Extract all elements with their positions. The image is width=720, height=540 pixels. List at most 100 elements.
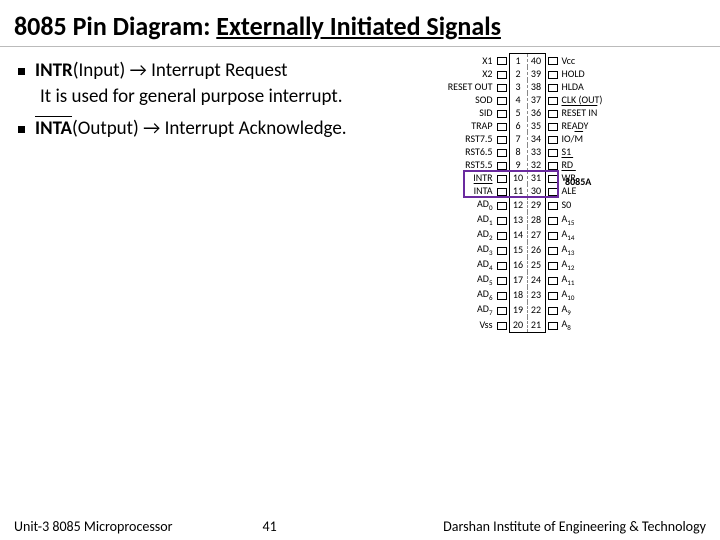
pin-row: AD71922A9	[445, 302, 620, 317]
pin-label-right: A12	[560, 257, 620, 272]
pin-box-left	[495, 93, 510, 106]
bullet-term: INTA	[35, 117, 72, 140]
bullet-marker	[18, 126, 25, 133]
pin-box-right	[545, 287, 560, 302]
pin-box-right	[545, 54, 560, 68]
bullet-item: INTA(Output) → Interrupt Acknowledge.	[18, 117, 348, 141]
pin-num-left: 14	[509, 227, 527, 242]
pin-label-right: A11	[560, 272, 620, 287]
pin-box-right	[545, 171, 560, 184]
pin-row: AD31526A13	[445, 242, 620, 257]
pin-box-left	[495, 106, 510, 119]
title-plain: 8085 Pin Diagram:	[14, 10, 216, 42]
pin-row: Vss2021A8	[445, 317, 620, 332]
pin-num-left: 7	[509, 132, 527, 145]
pin-label-left: RST6.5	[445, 145, 495, 158]
pin-num-right: 28	[527, 212, 545, 227]
pin-num-right: 35	[527, 119, 545, 132]
pin-label-left: X2	[445, 67, 495, 80]
pin-row: AD61823A10	[445, 287, 620, 302]
pin-label-left: INTR	[445, 171, 495, 184]
pin-num-left: 6	[509, 119, 527, 132]
pin-box-left	[495, 287, 510, 302]
pin-row: SOD437CLK (OUT)	[445, 93, 620, 106]
pin-num-left: 4	[509, 93, 527, 106]
pin-label-right: A9	[560, 302, 620, 317]
pin-num-left: 10	[509, 171, 527, 184]
pin-label-right: CLK (OUT)	[560, 93, 620, 106]
bullet-line: INTA(Output) → Interrupt Acknowledge.	[35, 117, 347, 141]
pin-box-left	[495, 80, 510, 93]
pin-label-right: READY	[560, 119, 620, 132]
pin-row: AD01229S0	[445, 197, 620, 212]
pin-label-left: AD3	[445, 242, 495, 257]
pin-label-left: RST7.5	[445, 132, 495, 145]
pin-num-left: 1	[509, 54, 527, 68]
pin-label-right: RD	[560, 158, 620, 171]
pin-num-right: 27	[527, 227, 545, 242]
footer-page-number: 41	[173, 518, 444, 535]
pin-box-left	[495, 317, 510, 332]
pin-num-right: 21	[527, 317, 545, 332]
title-divider	[0, 46, 720, 47]
pin-num-right: 34	[527, 132, 545, 145]
pin-num-right: 23	[527, 287, 545, 302]
pin-row: TRAP 635 READY	[445, 119, 620, 132]
pin-label-right: A10	[560, 287, 620, 302]
diagram-column: X1140VccX2239HOLDRESET OUT338HLDASOD437C…	[358, 53, 706, 333]
pin-box-right	[545, 197, 560, 212]
pin-label-right: HLDA	[560, 80, 620, 93]
pin-box-right	[545, 106, 560, 119]
pin-box-right	[545, 158, 560, 171]
pin-num-left: 11	[509, 184, 527, 197]
pin-num-left: 17	[509, 272, 527, 287]
pin-box-right	[545, 317, 560, 332]
pin-row: RST7.5 734 IO/M	[445, 132, 620, 145]
pin-box-left	[495, 171, 510, 184]
pin-box-left	[495, 119, 510, 132]
pin-num-left: 13	[509, 212, 527, 227]
pin-label-left: Vss	[445, 317, 495, 332]
pin-box-right	[545, 67, 560, 80]
pin-num-right: 22	[527, 302, 545, 317]
pin-label-left: AD2	[445, 227, 495, 242]
pin-label-right: A14	[560, 227, 620, 242]
bullet-item: INTR(Input) → Interrupt Request	[18, 59, 348, 83]
pin-num-left: 12	[509, 197, 527, 212]
pin-label-left: AD6	[445, 287, 495, 302]
pin-label-left: AD7	[445, 302, 495, 317]
pin-box-right	[545, 184, 560, 197]
footer: Unit-3 8085 Microprocessor 41 Darshan In…	[0, 512, 720, 540]
pin-label-left: RESET OUT	[445, 80, 495, 93]
pin-label-left: AD4	[445, 257, 495, 272]
pin-box-left	[495, 184, 510, 197]
pin-box-right	[545, 145, 560, 158]
pin-num-left: 16	[509, 257, 527, 272]
pin-num-right: 39	[527, 67, 545, 80]
pin-row: INTA1130ALE	[445, 184, 620, 197]
pin-label-right: IO/M	[560, 132, 620, 145]
bullet-marker	[18, 68, 25, 75]
pin-box-left	[495, 242, 510, 257]
pin-num-left: 5	[509, 106, 527, 119]
page-title: 8085 Pin Diagram: Externally Initiated S…	[0, 0, 720, 46]
pin-box-right	[545, 272, 560, 287]
pin-label-left: TRAP	[445, 119, 495, 132]
pin-label-left: AD1	[445, 212, 495, 227]
pin-box-left	[495, 197, 510, 212]
pin-row: X2239HOLD	[445, 67, 620, 80]
text-column: INTR(Input) → Interrupt RequestIt is use…	[18, 53, 348, 333]
pin-label-right: HOLD	[560, 67, 620, 80]
pin-label-left: SID	[445, 106, 495, 119]
chip-diagram: X1140VccX2239HOLDRESET OUT338HLDASOD437C…	[358, 53, 706, 333]
pin-box-right	[545, 80, 560, 93]
pin-row: X1140Vcc	[445, 54, 620, 68]
pin-label-right: A15	[560, 212, 620, 227]
pin-num-right: 31	[527, 171, 545, 184]
pin-num-right: 29	[527, 197, 545, 212]
pin-box-left	[495, 132, 510, 145]
bullet-line: INTR(Input) → Interrupt Request	[35, 59, 288, 83]
chip-label: 8085A	[565, 175, 591, 188]
pin-label-right: S1	[560, 145, 620, 158]
pin-box-right	[545, 227, 560, 242]
